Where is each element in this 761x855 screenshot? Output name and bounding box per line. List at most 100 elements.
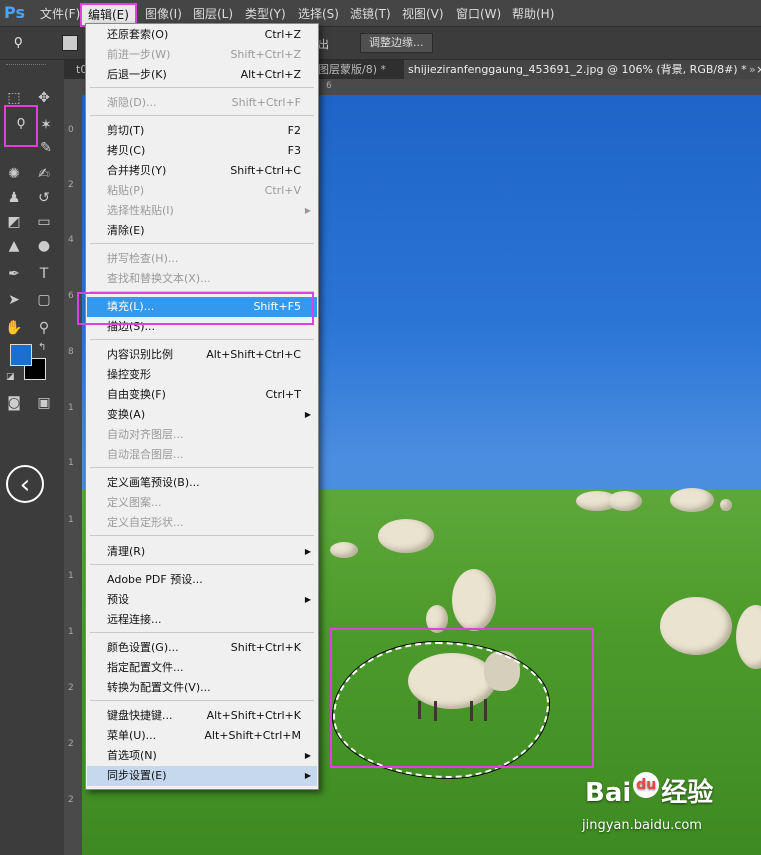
dodge-tool-icon[interactable]: ● [34, 236, 54, 256]
shape-tool-icon[interactable]: ▢ [34, 290, 54, 310]
menu-item-keyboard-shortcuts[interactable]: 键盘快捷键... Alt+Shift+Ctrl+K [87, 706, 317, 726]
menu-type[interactable]: 类型(Y) [245, 5, 286, 22]
menu-item-cut[interactable]: 剪切(T) F2 [87, 121, 317, 141]
gradient-tool-icon[interactable]: ▭ [34, 212, 54, 232]
ruler-top-label: 6 [326, 81, 332, 91]
menu-item-copy-merged[interactable]: 合并拷贝(Y) Shift+Ctrl+C [87, 161, 317, 181]
default-colors-icon[interactable]: ◪ [6, 372, 15, 382]
history-brush-tool-icon[interactable]: ↺ [34, 188, 54, 208]
menu-window[interactable]: 窗口(W) [456, 5, 501, 22]
submenu-arrow-icon: ▶ [304, 751, 311, 760]
menu-separator [90, 243, 314, 244]
screen-mode-icon[interactable]: ▣ [34, 393, 54, 413]
path-select-tool-icon[interactable]: ➤ [4, 290, 24, 310]
menu-item-define-shape[interactable]: 定义自定形状... [87, 513, 317, 533]
menu-item-pdf-presets[interactable]: Adobe PDF 预设... [87, 570, 317, 590]
menu-item-purge[interactable]: 清理(R) ▶ [87, 542, 317, 562]
menu-item-menus[interactable]: 菜单(U)... Alt+Shift+Ctrl+M [87, 726, 317, 746]
menu-item-paste[interactable]: 粘贴(P) Ctrl+V [87, 181, 317, 201]
menu-item-color-settings[interactable]: 颜色设置(G)... Shift+Ctrl+K [87, 638, 317, 658]
menu-item-copy[interactable]: 拷贝(C) F3 [87, 141, 317, 161]
ruler-left-label: 2 [68, 795, 74, 805]
menu-item-preferences[interactable]: 首选项(N) ▶ [87, 746, 317, 766]
menu-filter[interactable]: 滤镜(T) [350, 5, 391, 22]
menu-item-assign-profile[interactable]: 指定配置文件... [87, 658, 317, 678]
menu-item-clear[interactable]: 清除(E) [87, 221, 317, 241]
ruler-left-label: 6 [68, 291, 74, 301]
menu-item-auto-align[interactable]: 自动对齐图层... [87, 425, 317, 445]
menu-separator [90, 564, 314, 565]
menu-item-paste-special[interactable]: 选择性粘贴(I) ▶ [87, 201, 317, 221]
zoom-tool-icon[interactable]: ⚲ [34, 318, 54, 338]
menu-help[interactable]: 帮助(H) [512, 5, 554, 22]
menu-item-find-replace[interactable]: 查找和替换文本(X)... [87, 269, 317, 289]
blur-tool-icon[interactable]: ▲ [4, 236, 24, 256]
tab-close-icon[interactable]: × [756, 63, 761, 76]
menu-file[interactable]: 文件(F) [40, 5, 80, 22]
type-tool-icon[interactable]: T [34, 264, 54, 284]
ruler-left-label: 1 [68, 403, 74, 413]
baidu-watermark-logo: Bai du 经验 [585, 772, 713, 809]
menu-view[interactable]: 视图(V) [402, 5, 444, 22]
menu-item-auto-blend[interactable]: 自动混合图层... [87, 445, 317, 465]
submenu-arrow-icon: ▶ [304, 547, 311, 556]
spot-heal-tool-icon[interactable]: ✺ [4, 164, 24, 184]
menu-item-define-brush[interactable]: 定义画笔预设(B)... [87, 473, 317, 493]
menu-item-transform[interactable]: 变换(A) ▶ [87, 405, 317, 425]
lasso-tool-icon[interactable]: ϙ [4, 105, 38, 147]
watermark-url: jingyan.baidu.com [582, 818, 702, 833]
menu-image[interactable]: 图像(I) [145, 5, 182, 22]
menu-select[interactable]: 选择(S) [298, 5, 339, 22]
refine-edge-button[interactable]: 调整边缘... [360, 33, 433, 53]
tab-overflow-icon[interactable]: » [749, 60, 756, 79]
hand-tool-icon[interactable]: ✋ [4, 318, 24, 338]
foreground-color-swatch[interactable] [10, 344, 32, 366]
lasso-tool-preset-icon[interactable]: ϙ [14, 33, 38, 51]
quick-mask-icon[interactable]: ◙ [4, 393, 24, 413]
lamb [720, 499, 732, 511]
watermark-brand: Bai [585, 778, 632, 808]
submenu-arrow-icon: ▶ [304, 771, 311, 780]
ruler-left-label: 2 [68, 683, 74, 693]
edit-menu-dropdown: 还原套索(O) Ctrl+Z 前进一步(W) Shift+Ctrl+Z 后退一步(K… [85, 23, 319, 790]
menu-item-free-transform[interactable]: 自由变换(F) Ctrl+T [87, 385, 317, 405]
fill-highlight-box [77, 292, 314, 325]
tab-active-document[interactable]: shijieziranfenggaung_453691_2.jpg @ 106%… [404, 60, 761, 79]
photoshop-logo: Ps [4, 3, 25, 22]
menu-item-presets[interactable]: 预设 ▶ [87, 590, 317, 610]
menu-item-convert-profile[interactable]: 转换为配置文件(V)... [87, 678, 317, 698]
menu-item-step-backward[interactable]: 后退一步(K) Alt+Ctrl+Z [87, 65, 317, 85]
menu-item-step-forward[interactable]: 前进一步(W) Shift+Ctrl+Z [87, 45, 317, 65]
back-arrow-icon[interactable]: ‹ [6, 465, 44, 503]
eraser-tool-icon[interactable]: ◩ [4, 212, 24, 232]
menu-item-content-aware-scale[interactable]: 内容识别比例 Alt+Shift+Ctrl+C [87, 345, 317, 365]
menu-item-spell-check[interactable]: 拼写检查(H)... [87, 249, 317, 269]
menu-item-fade[interactable]: 渐隐(D)... Shift+Ctrl+F [87, 93, 317, 113]
tab-layer-mask[interactable]: 图层蒙版/8) * [318, 60, 386, 79]
menu-item-remote-connections[interactable]: 远程连接... [87, 610, 317, 630]
new-selection-icon[interactable] [62, 35, 78, 51]
ruler-left-label: 2 [68, 739, 74, 749]
menu-separator [90, 339, 314, 340]
brush-tool-icon[interactable]: ✍ [34, 164, 54, 184]
ruler-left-label: 1 [68, 627, 74, 637]
menu-layer[interactable]: 图层(L) [193, 5, 233, 22]
swap-colors-icon[interactable]: ↰ [38, 342, 46, 353]
watermark-suffix: 经验 [661, 778, 714, 808]
clone-stamp-tool-icon[interactable]: ♟ [4, 188, 24, 208]
ruler-left-label: 1 [68, 458, 74, 468]
submenu-arrow-icon: ▶ [304, 206, 311, 215]
menu-item-puppet-warp[interactable]: 操控变形 [87, 365, 317, 385]
ruler-left-label: 1 [68, 571, 74, 581]
output-label: 出 [318, 38, 329, 51]
ruler-left-label: 4 [68, 235, 74, 245]
eyedropper-tool-icon[interactable]: ✎ [36, 138, 56, 158]
pen-tool-icon[interactable]: ✒ [4, 264, 24, 284]
menu-item-define-pattern[interactable]: 定义图案... [87, 493, 317, 513]
menu-separator [90, 535, 314, 536]
magic-wand-tool-icon[interactable]: ✶ [36, 115, 56, 135]
menu-separator [90, 632, 314, 633]
menu-item-sync-settings[interactable]: 同步设置(E) ▶ [87, 766, 317, 786]
sheep [670, 488, 714, 512]
menu-item-undo-lasso[interactable]: 还原套索(O) Ctrl+Z [87, 25, 317, 45]
